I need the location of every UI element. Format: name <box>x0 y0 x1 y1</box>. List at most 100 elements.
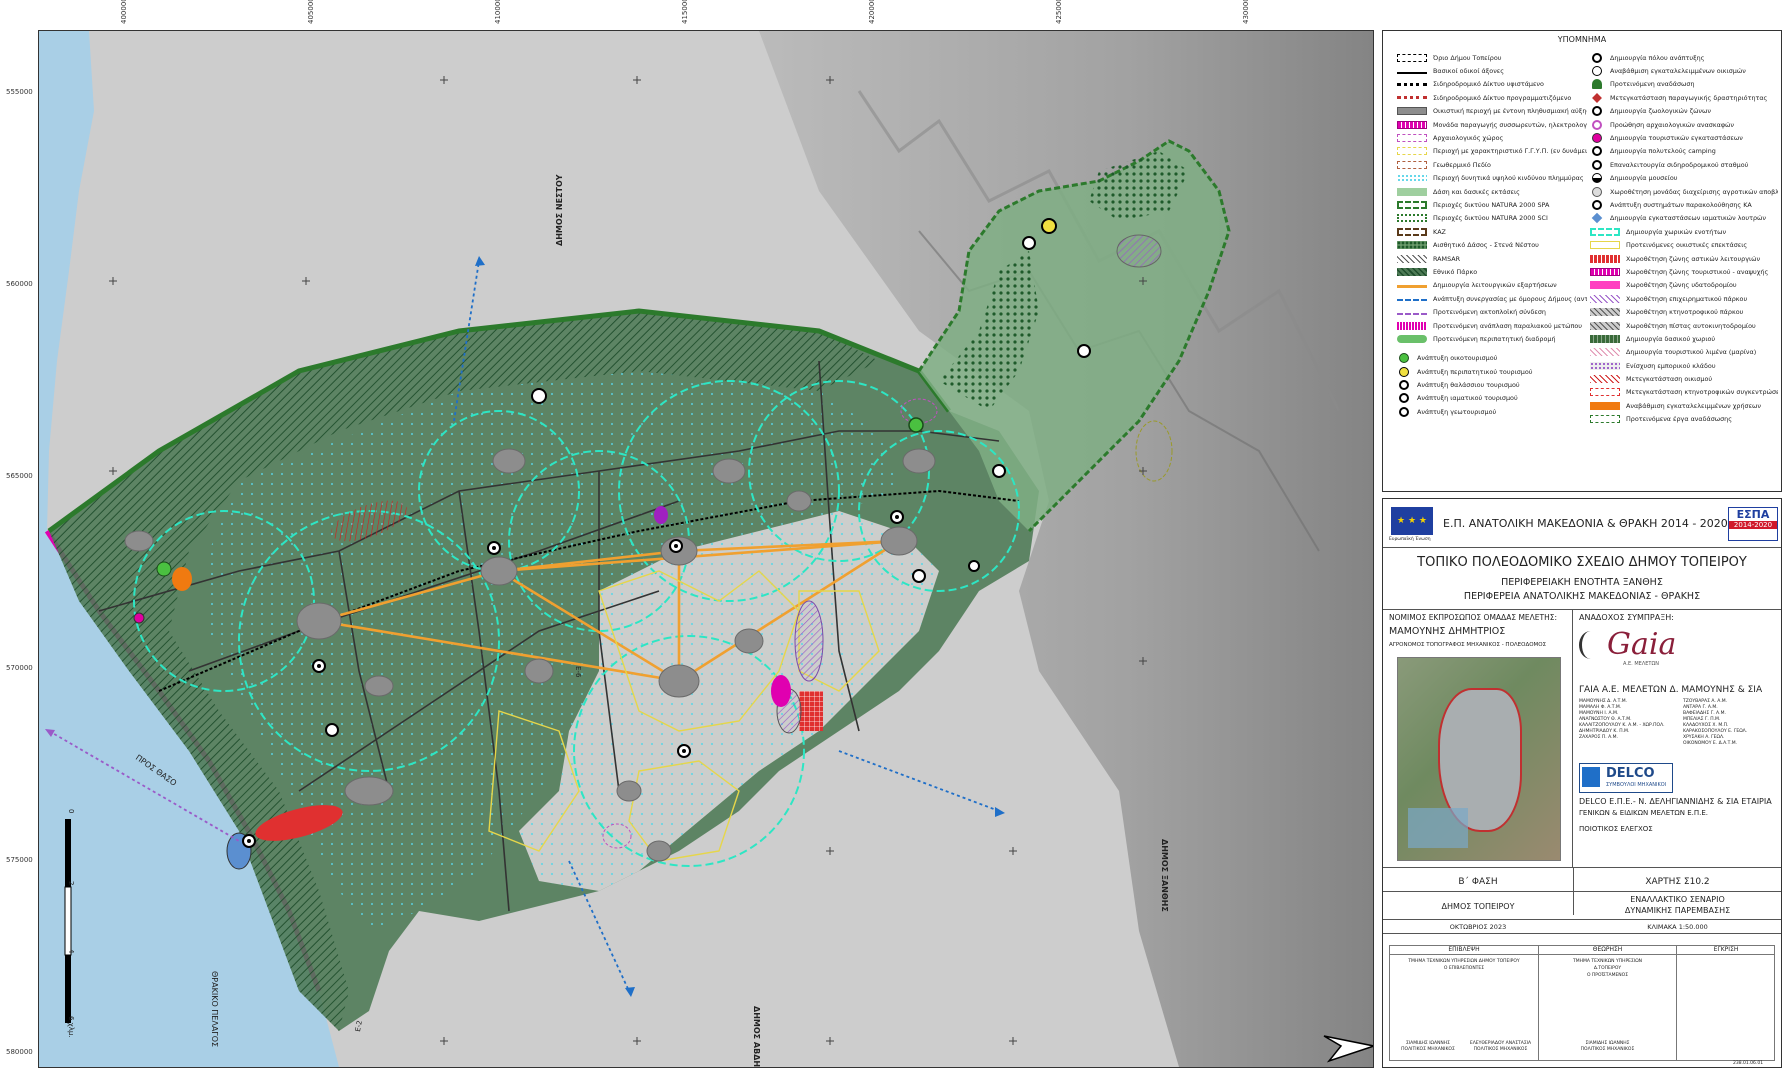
scale-label-2: 2 <box>67 881 75 886</box>
team-member: ΖΑΧΑΡΟΣ Π. Α.Μ. <box>1579 735 1618 740</box>
legend-right-column: Δημιουργία πόλου ανάπτυξης Αναβάθμιση εγκ… <box>1590 51 1778 426</box>
legend-item: Χωροθέτηση μονάδας διαχείρισης αγροτικών… <box>1590 185 1778 198</box>
legend-swatch <box>1397 147 1427 156</box>
legend-swatch <box>1397 134 1427 143</box>
legend-item: RAMSAR <box>1397 252 1587 265</box>
divider <box>1383 547 1781 548</box>
legend-symbol-icon <box>1592 119 1602 130</box>
divider <box>1383 933 1781 934</box>
top-coordinate-label: 415000 <box>681 0 689 24</box>
label-avdira: ΔΗΜΟΣ ΑΒΔΗΡΩΝ <box>752 1006 761 1068</box>
map-canvas[interactable]: ΔΗΜΟΣ ΝΕΣΤΟΥ ΠΡΟΣ ΘΑΣΟ ΘΡΑΚΙΚΟ ΠΕΛΑΓΟΣ Δ… <box>38 30 1374 1068</box>
legend-swatch <box>1397 334 1427 343</box>
legend-swatch <box>1590 415 1620 424</box>
legend-symbol-icon <box>1592 133 1602 144</box>
legend-symbol-icon <box>1592 199 1602 210</box>
legend-label: Δάση και δασικές εκτάσεις <box>1433 187 1520 196</box>
legend-label: Επαναλειτουργία σιδηροδρομικού σταθμού <box>1610 160 1749 169</box>
legend-symbol-icon <box>1399 406 1409 417</box>
representative-label: ΝΟΜΙΜΟΣ ΕΚΠΡΟΣΩΠΟΣ ΟΜΑΔΑΣ ΜΕΛΕΤΗΣ: <box>1389 613 1558 622</box>
legend-swatch <box>1590 227 1620 236</box>
top-coordinate-label: 400000 <box>120 0 128 24</box>
legend-label: Προτεινόμενη αναδάσωση <box>1610 80 1695 89</box>
legend-label: Χωροθέτηση ζώνης υδατοδρομίου <box>1626 281 1737 290</box>
legend-item: Προτεινόμενη ανάπλαση παραλιακού μετώπου <box>1397 319 1587 332</box>
legend-item: Δημιουργία λειτουργικών εξαρτήσεων <box>1397 279 1587 292</box>
legend-item: Μονάδα παραγωγής συσσωρευτών, ηλεκτρολογ… <box>1397 118 1587 131</box>
signatory-1-role: ΠΟΛΙΤΙΚΟΣ ΜΗΧΑΝΙΚΟΣ <box>1401 1047 1455 1052</box>
divider <box>1383 919 1781 920</box>
legend-label: Αισθητικό Δάσος - Στενά Νέστου <box>1433 241 1539 250</box>
location-thumbnail <box>1397 657 1561 861</box>
title-block: ★ ★ ★ Ευρωπαϊκή Ένωση Ε.Π. ΑΝΑΤΟΛΙΚΗ ΜΑΚ… <box>1382 498 1782 1068</box>
legend-item: Δημιουργία χωρικών ενοτήτων <box>1590 225 1778 238</box>
legend-swatch <box>1590 241 1620 250</box>
legend-swatch <box>1397 174 1427 183</box>
legend-label: Όριο Δήμου Τοπείρου <box>1433 53 1502 62</box>
legend-label: Δημιουργία λειτουργικών εξαρτήσεων <box>1433 281 1557 290</box>
legend-label: Αναβάθμιση εγκαταλελειμμένων οικισμών <box>1610 67 1746 76</box>
legend-item: Δημιουργία πολυτελούς camping <box>1590 145 1778 158</box>
legend-symbol-icon <box>1592 106 1602 117</box>
legend-label: Βασικοί οδικοί άξονες <box>1433 67 1504 76</box>
legend-label: ΚΑΖ <box>1433 227 1446 236</box>
legend-item: Προτεινόμενες οικιστικές επεκτάσεις <box>1590 238 1778 251</box>
legend-label: Προτεινόμενη ακτοπλοϊκή σύνδεση <box>1433 308 1546 317</box>
legend-swatch <box>1397 241 1427 250</box>
legend-label: Αρχαιολογικός χώρος <box>1433 134 1504 143</box>
legend-swatch <box>1397 187 1427 196</box>
legend-item: Χωροθέτηση ζώνης τουριστικού - αναψυχής <box>1590 265 1778 278</box>
legend-label: Προτεινόμενα έργα αναδάσωσης <box>1626 415 1732 424</box>
legend-label: Χωροθέτηση ζώνης τουριστικού - αναψυχής <box>1626 267 1769 276</box>
review-dept: ΤΜΗΜΑ ΤΕΧΝΙΚΩΝ ΥΠΗΡΕΣΙΩΝ <box>1572 959 1642 964</box>
signatory-3-role: ΠΟΛΙΤΙΚΟΣ ΜΗΧΑΝΙΚΟΣ <box>1580 1047 1635 1052</box>
legend-swatch <box>1397 227 1427 236</box>
legend-item: Χωροθέτηση πίστας αυτοκινητοδρομίου <box>1590 319 1778 332</box>
legend-label: Δημιουργία πολυτελούς camping <box>1610 147 1716 156</box>
program-title: Ε.Π. ΑΝΑΤΟΛΙΚΗ ΜΑΚΕΔΟΝΙΑ & ΘΡΑΚΗ 2014 - … <box>1443 517 1728 530</box>
representative-name: ΜΑΜΟΥΝΗΣ ΔΗΜΗΤΡΙΟΣ <box>1389 626 1506 637</box>
legend-item: Προτεινόμενη αναδάσωση <box>1590 78 1778 91</box>
legend-label: Εθνικό Πάρκο <box>1433 267 1478 276</box>
legend-item: Περιοχή δυνητικά υψηλού κινδύνου πλημμύρ… <box>1397 172 1587 185</box>
delco-fullname: DELCO Ε.Π.Ε.- Ν. ΔΕΛΗΓΙΑΝΝΙΔΗΣ & ΣΙΑ ΕΤΑ… <box>1579 797 1772 806</box>
legend-symbol-icon <box>1399 353 1409 364</box>
supervision-dept: ΤΜΗΜΑ ΤΕΧΝΙΚΩΝ ΥΠΗΡΕΣΙΩΝ ΔΗΜΟΥ ΤΟΠΕΙΡΟΥ <box>1408 959 1520 964</box>
legend-symbol-icon <box>1592 186 1602 197</box>
legend-swatch <box>1397 299 1427 302</box>
legend-label: Οικιστική περιοχή με έντονη πληθυσμιακή … <box>1433 107 1587 116</box>
legend-swatch <box>1590 281 1620 290</box>
signatory-3: ΣΙΑΜΙΔΗΣ ΙΩΑΝΝΗΣ <box>1585 1041 1630 1046</box>
legend-symbol-icon <box>1592 159 1602 170</box>
legend-swatch <box>1590 348 1620 357</box>
legend-item: Περιοχές δικτύου NATURA 2000 SCI <box>1397 212 1587 225</box>
label-road-e6: Ε-6 <box>574 666 582 678</box>
sheet-code: 238.01.06.01 <box>1733 1061 1764 1066</box>
legend-item: Βασικοί οδικοί άξονες <box>1397 64 1587 77</box>
map-scale: ΚΛΙΜΑΚΑ 1:50.000 <box>1647 923 1708 931</box>
legend-panel: ΥΠΟΜΝΗΜΑ Όριο Δήμου Τοπείρου Βασικοί οδικ… <box>1382 30 1782 492</box>
legend-label: Προτεινόμενες οικιστικές επεκτάσεις <box>1626 241 1748 250</box>
legend-item: Γεωθερμικό Πεδίο <box>1397 158 1587 171</box>
quality-control: ΠΟΙΟΤΙΚΟΣ ΕΛΕΓΧΟΣ <box>1579 825 1653 833</box>
legend-label: Δημιουργία χωρικών ενοτήτων <box>1626 227 1727 236</box>
legend-item: Ανάπτυξη περιπατητικού τουρισμού <box>1397 365 1587 378</box>
legend-label: Περιοχές δικτύου NATURA 2000 SPA <box>1433 200 1550 209</box>
legend-item: Χωροθέτηση κτηνοτροφικού πάρκου <box>1590 305 1778 318</box>
legend-label: Σιδηροδρομικό Δίκτυο προγραμματιζόμενο <box>1433 93 1572 102</box>
legend-symbol-icon <box>1592 92 1602 103</box>
contractor-label: ΑΝΑΔΟΧΟΣ ΣΥΜΠΡΑΞΗ: <box>1579 613 1674 622</box>
legend-label: Δημιουργία μουσείου <box>1610 174 1678 183</box>
plan-title: ΤΟΠΙΚΟ ΠΟΛΕΟΔΟΜΙΚΟ ΣΧΕΔΙΟ ΔΗΜΟΥ ΤΟΠΕΙΡΟΥ <box>1417 555 1747 570</box>
municipality: ΔΗΜΟΣ ΤΟΠΕΙΡΟΥ <box>1441 902 1515 911</box>
legend-item: Ανάπτυξη συνεργασίας με όμορους Δήμους (… <box>1397 292 1587 305</box>
espa-logo-text: ΕΣΠΑ <box>1736 508 1770 521</box>
legend-symbol-icon <box>1592 66 1602 77</box>
legend-item: Χωροθέτηση ζώνης υδατοδρομίου <box>1590 279 1778 292</box>
legend-item: Προτεινόμενα έργα αναδάσωσης <box>1590 413 1778 426</box>
legend-item: Ενίσχυση εμπορικού κλάδου <box>1590 359 1778 372</box>
label-sea: ΘΡΑΚΙΚΟ ΠΕΛΑΓΟΣ <box>210 971 219 1048</box>
review-dept-2: Δ.ΤΟΠΕΙΡΟΥ <box>1593 966 1622 971</box>
legend-swatch <box>1397 285 1427 289</box>
legend-label: Μονάδα παραγωγής συσσωρευτών, ηλεκτρολογ… <box>1433 120 1587 129</box>
